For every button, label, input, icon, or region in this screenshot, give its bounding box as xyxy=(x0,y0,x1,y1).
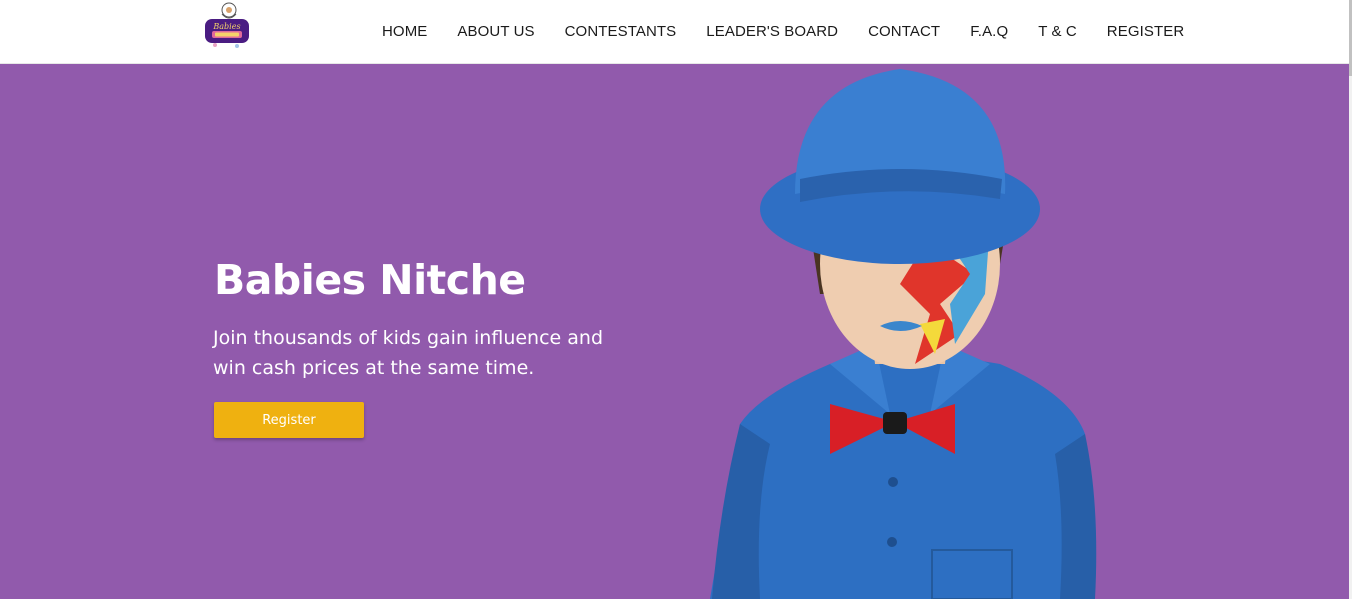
nav-item-faq: F.A.Q xyxy=(970,23,1008,41)
nav-link-leaders-board[interactable]: LEADER'S BOARD xyxy=(706,23,838,40)
nav-link-faq[interactable]: F.A.Q xyxy=(970,23,1008,40)
hero-subtitle: Join thousands of kids gain influence an… xyxy=(213,327,604,379)
top-navbar: Babies HOME ABOUT US CONTESTANTS LEADER'… xyxy=(0,0,1352,64)
nav-link-contact[interactable]: CONTACT xyxy=(868,23,940,40)
nav-link-contestants[interactable]: CONTESTANTS xyxy=(565,23,677,40)
nav-item-about-us: ABOUT US xyxy=(457,23,534,41)
nav-item-register: REGISTER xyxy=(1107,23,1184,41)
nav-item-contact: CONTACT xyxy=(868,23,940,41)
hero-section: Babies Nitche Join thousands of kids gai… xyxy=(0,64,1349,599)
nav-item-leaders-board: LEADER'S BOARD xyxy=(706,23,838,41)
nav-link-home[interactable]: HOME xyxy=(382,23,427,40)
nav-link-register[interactable]: REGISTER xyxy=(1107,23,1184,40)
hero-title: Babies Nitche xyxy=(214,256,526,304)
nav-item-contestants: CONTESTANTS xyxy=(565,23,677,41)
register-button[interactable]: Register xyxy=(214,402,364,438)
babies-nitche-logo-icon[interactable]: Babies xyxy=(200,0,252,50)
nav-item-home: HOME xyxy=(382,23,427,41)
face-painted-child-image xyxy=(710,69,1097,599)
nav-item-terms: T & C xyxy=(1038,23,1077,41)
main-nav: HOME ABOUT US CONTESTANTS LEADER'S BOARD… xyxy=(382,0,1214,64)
nav-link-terms[interactable]: T & C xyxy=(1038,23,1077,40)
nav-link-about-us[interactable]: ABOUT US xyxy=(457,23,534,40)
svg-text:Babies: Babies xyxy=(212,22,240,31)
